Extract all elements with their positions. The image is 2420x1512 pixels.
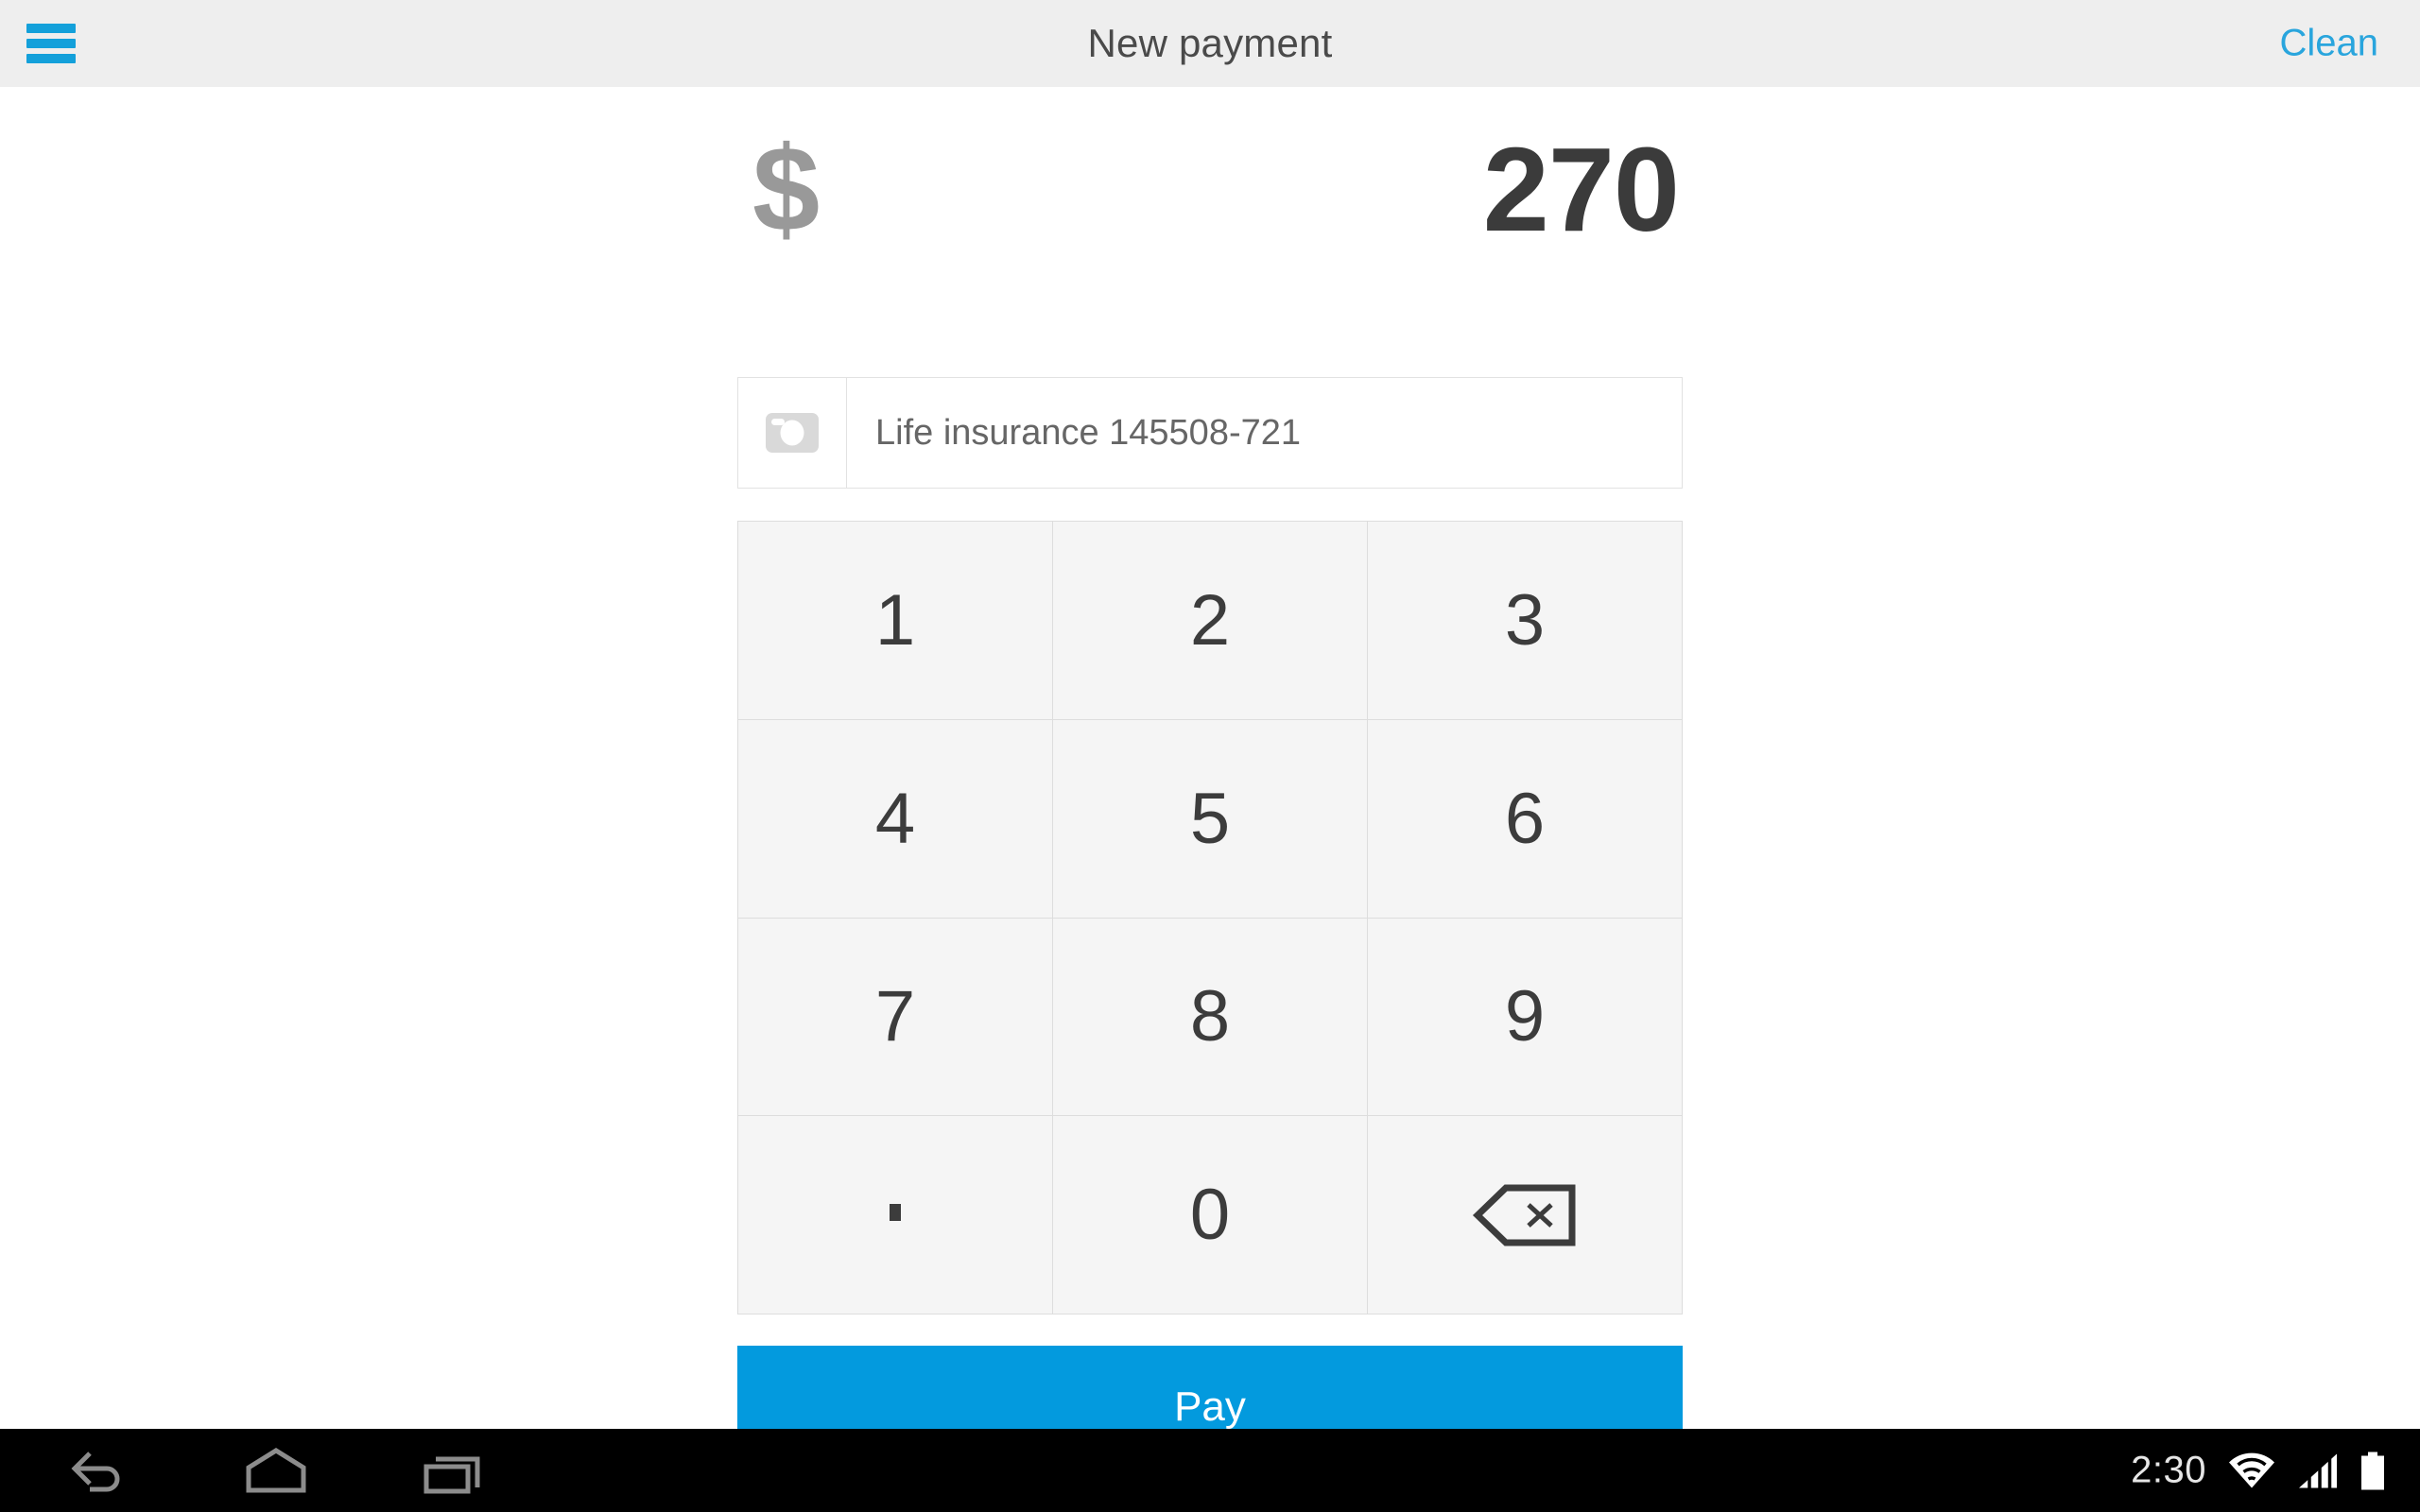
payment-item-row[interactable]: Life insurance 145508-721 <box>737 377 1683 489</box>
numeric-keypad: 1 2 3 4 5 6 7 8 9 0 <box>737 521 1683 1314</box>
currency-symbol: $ <box>752 122 821 257</box>
payment-item-label: Life insurance 145508-721 <box>875 412 1302 453</box>
cellular-signal-icon <box>2299 1453 2337 1487</box>
key-backspace[interactable] <box>1368 1116 1682 1314</box>
android-nav-buttons <box>0 1440 497 1501</box>
battery-status <box>2360 1451 2386 1490</box>
key-4[interactable]: 4 <box>738 719 1052 918</box>
action-bar: New payment Clean <box>0 0 2420 87</box>
app-screen: New payment Clean $ 270 Life insurance 1… <box>0 0 2420 1512</box>
recent-apps-icon <box>424 1456 480 1494</box>
key-2[interactable]: 2 <box>1053 522 1367 719</box>
backspace-icon <box>1472 1184 1576 1246</box>
hamburger-menu-icon[interactable] <box>26 24 76 63</box>
key-5[interactable]: 5 <box>1053 719 1367 918</box>
key-0[interactable]: 0 <box>1053 1116 1367 1314</box>
key-9[interactable]: 9 <box>1368 918 1682 1116</box>
cellular-status <box>2297 1452 2339 1489</box>
key-1-label: 1 <box>874 579 916 661</box>
back-arrow-icon <box>71 1452 120 1492</box>
page-title: New payment <box>1087 21 1333 65</box>
key-9-label: 9 <box>1504 976 1546 1057</box>
back-button[interactable] <box>55 1440 142 1501</box>
banknote-icon <box>766 413 819 453</box>
status-clock: 2:30 <box>2131 1449 2206 1491</box>
amount-value: 270 <box>1482 123 1680 256</box>
wifi-icon <box>2229 1452 2274 1487</box>
decimal-point-icon <box>890 1203 901 1221</box>
recent-apps-button[interactable] <box>410 1440 497 1501</box>
amount-display: $ 270 <box>737 87 1683 293</box>
key-6-label: 6 <box>1504 778 1546 859</box>
key-5-label: 5 <box>1189 778 1231 859</box>
banknote-center <box>780 420 804 446</box>
hamburger-bar-2 <box>26 39 76 48</box>
key-3-label: 3 <box>1504 579 1546 661</box>
clean-button[interactable]: Clean <box>2279 23 2378 65</box>
payment-item-label-cell: Life insurance 145508-721 <box>847 378 1682 488</box>
hamburger-bar-3 <box>26 54 76 63</box>
hamburger-bar-1 <box>26 24 76 33</box>
android-system-bar: 2:30 <box>0 1429 2420 1512</box>
content-area: $ 270 Life insurance 145508-721 1 2 3 4 … <box>0 87 2420 1512</box>
home-button[interactable] <box>233 1440 320 1501</box>
key-4-label: 4 <box>874 778 916 859</box>
key-1[interactable]: 1 <box>738 522 1052 719</box>
key-6[interactable]: 6 <box>1368 719 1682 918</box>
key-2-label: 2 <box>1189 579 1231 661</box>
key-8[interactable]: 8 <box>1053 918 1367 1116</box>
key-3[interactable]: 3 <box>1368 522 1682 719</box>
wifi-status <box>2227 1452 2276 1489</box>
battery-full-icon <box>2361 1452 2384 1489</box>
home-icon <box>246 1448 306 1493</box>
key-7[interactable]: 7 <box>738 918 1052 1116</box>
key-8-label: 8 <box>1189 976 1231 1057</box>
key-7-label: 7 <box>874 976 916 1057</box>
key-decimal[interactable] <box>738 1116 1052 1314</box>
key-0-label: 0 <box>1189 1175 1231 1256</box>
payment-item-icon-cell <box>738 378 847 488</box>
status-icons: 2:30 <box>2131 1450 2386 1492</box>
pay-button-label: Pay <box>1174 1383 1246 1430</box>
